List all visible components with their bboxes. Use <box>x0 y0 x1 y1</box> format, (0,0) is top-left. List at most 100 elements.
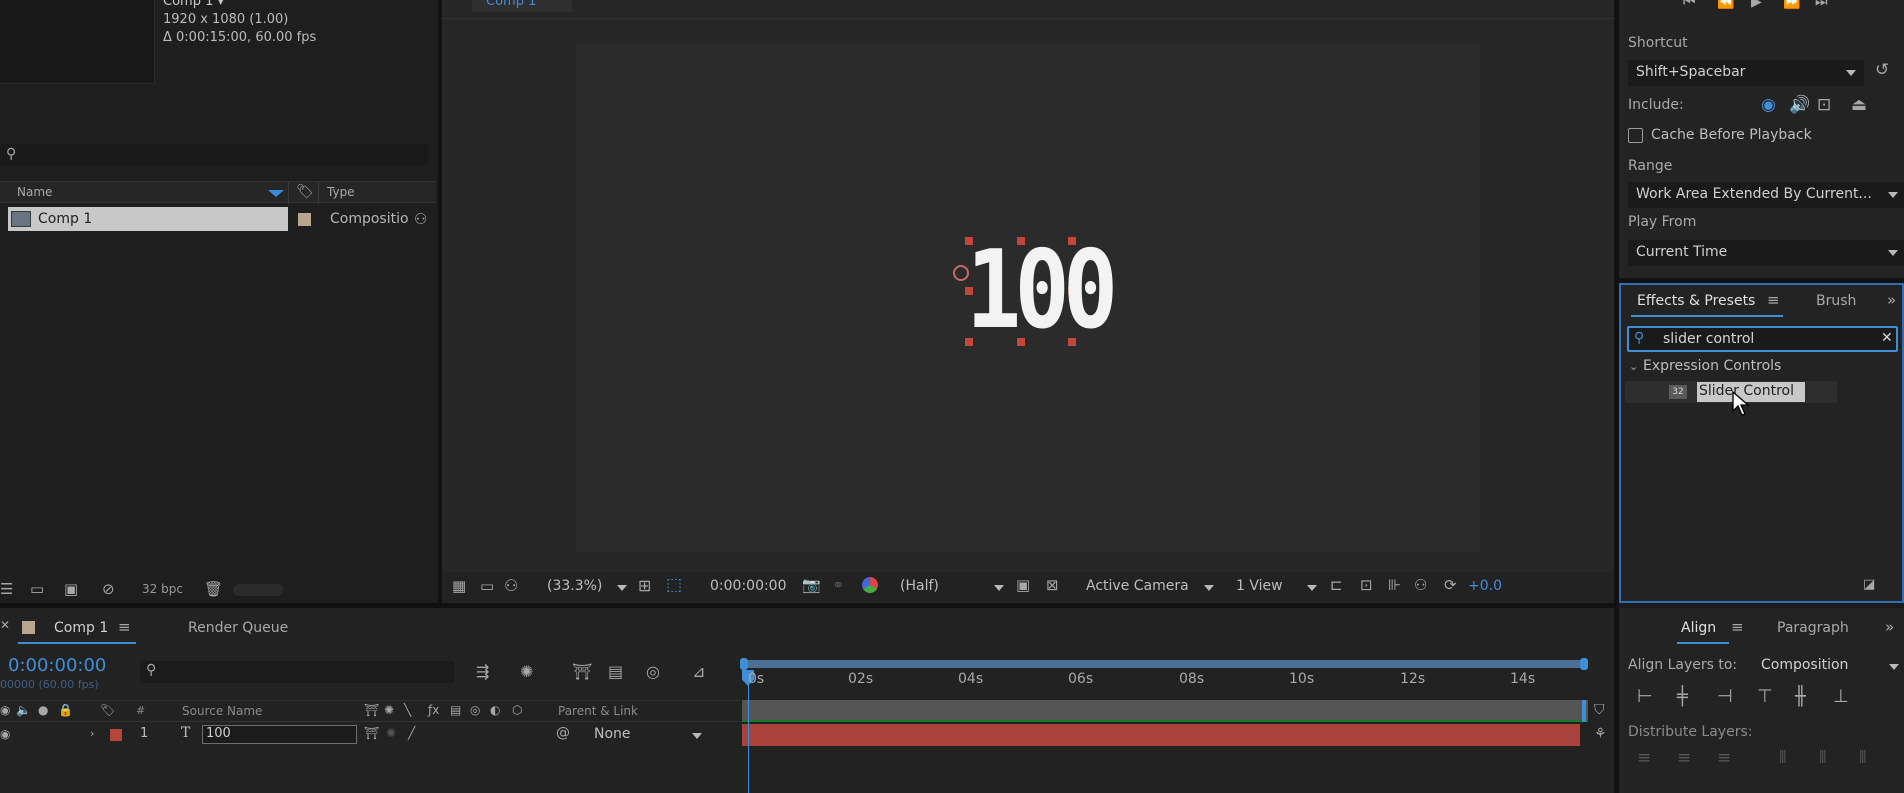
layer-label-swatch[interactable] <box>110 729 122 741</box>
chevron-down-icon[interactable]: ⌄ <box>1629 360 1638 373</box>
next-frame-icon[interactable]: ⏩ <box>1783 0 1800 10</box>
chevron-down-icon[interactable] <box>617 585 627 591</box>
effects-category[interactable]: Expression Controls <box>1643 358 1781 374</box>
align-right-icon[interactable]: ⊣ <box>1717 686 1733 707</box>
export-icon[interactable]: ⏏ <box>1851 95 1867 115</box>
chevron-down-icon[interactable] <box>692 733 702 739</box>
show-snapshot-icon[interactable]: ⚭ <box>832 576 845 594</box>
paragraph-tab[interactable]: Paragraph <box>1777 620 1849 636</box>
label-tag-icon[interactable]: 🏷 <box>100 703 115 717</box>
panel-menu-icon[interactable]: ≡ <box>1767 291 1780 309</box>
collapse-switch-icon[interactable]: ✺ <box>386 726 396 740</box>
video-toggle-icon[interactable]: ◉ <box>0 703 10 717</box>
label-tag-icon[interactable]: 🏷 <box>296 184 314 200</box>
audio-toggle-icon[interactable]: 🔈 <box>16 703 31 717</box>
eye-icon[interactable]: ◉ <box>1761 95 1776 115</box>
text-layer-bounding-box[interactable]: 100 <box>953 231 1118 351</box>
align-tab[interactable]: Align <box>1681 620 1716 636</box>
flowchart-icon[interactable]: ⚇ <box>414 210 427 228</box>
end-marker[interactable] <box>1582 700 1586 722</box>
channels-rgb-icon[interactable] <box>862 577 878 593</box>
column-type[interactable]: Type <box>327 185 355 199</box>
comp-marker-bin-icon[interactable]: ⛉ <box>1594 702 1605 718</box>
source-name-header[interactable]: Source Name <box>182 704 262 718</box>
chevron-down-icon[interactable] <box>1889 664 1899 670</box>
timeline-search-input[interactable]: ⚲ <box>140 661 454 683</box>
frame-blending-icon[interactable]: ▤ <box>608 662 623 681</box>
new-folder-icon[interactable]: ◪ <box>1863 577 1875 592</box>
comp-button-icon[interactable]: ⚘ <box>1594 726 1607 742</box>
speaker-icon[interactable]: 🔊 <box>1789 95 1810 115</box>
draft-3d-icon[interactable]: ⊡ <box>1360 576 1373 594</box>
camera-dropdown[interactable]: Active Camera <box>1086 578 1189 594</box>
transparency-grid-icon[interactable]: ⊠ <box>1046 576 1059 594</box>
viewer-tab[interactable]: Comp 1 <box>472 0 572 12</box>
project-item-row[interactable]: Comp 1 Compositio ⚇ <box>0 207 438 231</box>
sort-down-icon[interactable] <box>268 190 284 197</box>
graph-editor-icon[interactable]: ⊿ <box>692 662 705 681</box>
more-panels-icon[interactable]: » <box>1887 291 1896 309</box>
chevron-down-icon[interactable] <box>994 585 1004 591</box>
frame-blend-switch-icon[interactable]: ▤ <box>450 703 461 717</box>
previous-frame-icon[interactable]: ⏪ <box>1717 0 1734 10</box>
shortcut-dropdown[interactable]: Shift+Spacebar <box>1628 60 1864 86</box>
exposure-value[interactable]: +0.0 <box>1468 578 1502 594</box>
chevron-down-icon[interactable] <box>1307 585 1317 591</box>
draft-3d-icon[interactable]: ✺ <box>520 662 533 681</box>
distribute-top-icon[interactable]: ≡ <box>1637 748 1651 768</box>
parent-dropdown[interactable]: None <box>594 726 631 742</box>
motion-blur-icon[interactable]: ◎ <box>646 662 660 681</box>
trash-icon[interactable]: 🗑 <box>204 580 223 598</box>
reset-icon[interactable]: ↺ <box>1875 60 1889 80</box>
work-area-start-handle[interactable] <box>740 658 748 670</box>
layer-row[interactable]: ◉ › 1 T 100 ⛩ ✺ ╱ @ None <box>0 724 740 746</box>
layer-name-field[interactable]: 100 <box>202 725 357 744</box>
new-composition-icon[interactable]: ▣ <box>64 580 78 598</box>
views-dropdown[interactable]: 1 View <box>1236 578 1283 594</box>
distribute-left-icon[interactable]: ⦀ <box>1779 748 1786 768</box>
thumbnail-slider[interactable] <box>233 584 283 596</box>
expand-chevron-icon[interactable]: › <box>90 727 94 740</box>
monitor-icon[interactable]: ▭ <box>480 577 494 595</box>
reset-exposure-icon[interactable]: ⟳ <box>1444 576 1457 594</box>
parent-link-header[interactable]: Parent & Link <box>558 704 638 718</box>
effect-item-slider-control[interactable]: 32 Slider Control <box>1625 381 1837 403</box>
work-area-bar[interactable] <box>742 660 1588 668</box>
composition-canvas[interactable]: 100 <box>576 44 1480 552</box>
brush-tab[interactable]: Brush <box>1816 293 1856 309</box>
effects-search-input[interactable]: ⚲ slider control ✕ <box>1627 326 1898 352</box>
new-folder-icon[interactable]: ▭ <box>30 580 44 598</box>
snapshot-camera-icon[interactable]: 📷 <box>802 576 821 594</box>
comp-name-label[interactable]: Comp 1 ▾ <box>163 0 224 9</box>
align-left-icon[interactable]: ⊢ <box>1637 686 1653 707</box>
resolution-dropdown[interactable]: (Half) <box>900 578 939 594</box>
parent-pickwhip-icon[interactable]: @ <box>556 725 570 741</box>
more-panels-icon[interactable]: » <box>1885 618 1894 636</box>
zoom-dropdown[interactable]: (33.3%) <box>547 578 602 594</box>
always-preview-icon[interactable]: ▦ <box>452 577 466 595</box>
adjustment-switch-icon[interactable]: ◐ <box>490 703 500 717</box>
toggle-pixel-aspect-icon[interactable]: ⊏ <box>1330 576 1343 594</box>
interpret-footage-icon[interactable]: ☰ <box>0 580 13 598</box>
align-horizontal-center-icon[interactable]: ╪ <box>1677 686 1688 707</box>
timeline-current-time[interactable]: 0:00:00:00 <box>8 655 106 676</box>
chevron-down-icon[interactable] <box>1204 585 1214 591</box>
fast-previews-icon[interactable]: ▣ <box>1016 576 1030 594</box>
cache-checkbox[interactable] <box>1628 128 1643 143</box>
region-of-interest-icon[interactable]: ⬚ <box>666 575 682 595</box>
project-search-input[interactable]: ⚲ <box>0 144 428 166</box>
clear-search-icon[interactable]: ✕ <box>1881 330 1893 346</box>
mask-visibility-icon[interactable]: ⚇ <box>504 576 518 595</box>
align-to-dropdown[interactable]: Composition <box>1761 657 1848 673</box>
timeline-tab-render-queue[interactable]: Render Queue <box>188 620 288 636</box>
distribute-hcenter-icon[interactable]: ⦀ <box>1819 748 1826 768</box>
shy-switch-icon[interactable]: ⛩ <box>364 726 379 740</box>
safe-zones-icon[interactable]: ⊞ <box>638 576 651 595</box>
timeline-tab-comp[interactable]: Comp 1 <box>54 620 108 636</box>
last-frame-icon[interactable]: ⏭ <box>1815 0 1828 10</box>
play-icon[interactable]: ▶ <box>1751 0 1762 10</box>
panel-menu-icon[interactable]: ≡ <box>1731 618 1744 636</box>
close-icon[interactable]: ✕ <box>0 618 10 632</box>
collapse-switch-icon[interactable]: ✺ <box>384 703 394 717</box>
distribute-bottom-icon[interactable]: ≡ <box>1717 748 1731 768</box>
